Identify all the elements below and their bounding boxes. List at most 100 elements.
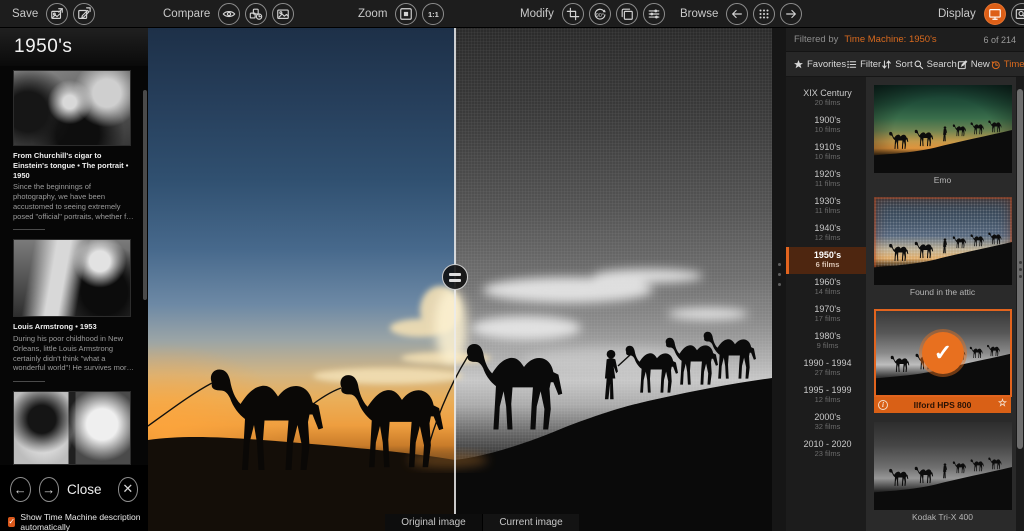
sliders-icon [647, 7, 661, 21]
decade-item[interactable]: 2010 - 2020 23 films [786, 436, 866, 463]
zoom-group: Zoom 1:1 [358, 0, 444, 28]
right-panel-resize-grip[interactable] [772, 28, 786, 531]
film-card[interactable]: i Emo ☆ [874, 85, 1011, 188]
decade-name: 1970's [789, 304, 866, 314]
export-image-icon [50, 7, 64, 21]
story-photo [13, 391, 131, 465]
auto-description-row: ✓ Show Time Machine description automati… [0, 513, 148, 531]
display-monitor-icon [988, 7, 1002, 21]
film-list-scrollbar[interactable] [1016, 77, 1024, 531]
film-card[interactable]: ✓ i Ilford HPS 800 ☆ [874, 309, 1011, 413]
decade-item[interactable]: 1920's 11 films [786, 166, 866, 193]
filtered-by-label: Filtered by [794, 34, 838, 45]
film-thumbnail-list: i Emo ☆ i Found in the attic ☆ ✓ i Ilfor… [866, 77, 1016, 531]
zoom-label: Zoom [358, 8, 387, 20]
film-info-icon[interactable]: i [878, 400, 888, 410]
film-name-text: Kodak Tri-X 400 [912, 512, 973, 522]
film-browser-panel: Filtered by Time Machine: 1950's 6 of 21… [786, 28, 1024, 531]
compare-label: Compare [163, 8, 210, 20]
sort-arrows-icon [881, 59, 892, 70]
film-thumbnail[interactable] [874, 85, 1012, 173]
rotate-90-label: 90° [590, 13, 610, 19]
browse-previous-button[interactable] [726, 3, 748, 25]
compare-states-button[interactable] [245, 3, 267, 25]
duplicate-button[interactable] [616, 3, 638, 25]
tab-original-image[interactable]: Original image [385, 514, 482, 531]
settings-sliders-button[interactable] [643, 3, 665, 25]
decade-item[interactable]: 1940's 12 films [786, 220, 866, 247]
decade-film-count: 10 films [789, 152, 866, 161]
tab-current-image[interactable]: Current image [482, 514, 579, 531]
tab-label: Time Machine [1004, 59, 1024, 70]
decade-item[interactable]: XIX Century 20 films [786, 85, 866, 112]
story-previous-button[interactable]: ← [10, 477, 31, 502]
zoom-one-to-one-button[interactable]: 1:1 [422, 3, 444, 25]
display-monitor-button[interactable] [984, 3, 1006, 25]
decade-item[interactable]: 1970's 17 films [786, 301, 866, 328]
decade-name: 2000's [789, 412, 866, 422]
fit-screen-icon [399, 7, 413, 21]
film-card[interactable]: i Found in the attic ☆ [874, 197, 1011, 300]
story-divider [13, 229, 45, 230]
export-edited-button[interactable] [73, 3, 95, 25]
active-filter-value[interactable]: Time Machine: 1950's [844, 34, 936, 45]
decade-item[interactable]: 1950's 6 films [786, 247, 866, 274]
grip-dots-icon [778, 263, 781, 286]
decade-item[interactable]: 1995 - 1999 12 films [786, 382, 866, 409]
export-image-button[interactable] [46, 3, 68, 25]
display-label: Display [938, 8, 976, 20]
eye-icon [222, 7, 236, 21]
compare-side-by-side-button[interactable] [272, 3, 294, 25]
decade-name: 1940's [789, 223, 866, 233]
story-item: Louis Armstrong • 1953 During his poor c… [13, 239, 135, 382]
tab-new[interactable]: New [957, 59, 990, 70]
decade-name: 1950's [789, 250, 866, 260]
arrow-left-icon [730, 7, 744, 21]
decade-item[interactable]: 1980's 9 films [786, 328, 866, 355]
browse-grid-button[interactable] [753, 3, 775, 25]
tab-time-machine[interactable]: Time Machine [990, 59, 1024, 70]
split-divider-handle[interactable] [442, 264, 468, 290]
decade-item[interactable]: 1910's 10 films [786, 139, 866, 166]
close-label: Close [67, 482, 102, 497]
modify-label: Modify [520, 8, 554, 20]
story-text: During his poor childhood in New Orleans… [13, 334, 135, 373]
film-name-label: i Kodak Tri-X 400 ☆ [874, 512, 1011, 525]
decade-item[interactable]: 1960's 14 films [786, 274, 866, 301]
time-machine-icon [990, 59, 1001, 70]
tab-search[interactable]: Search [913, 59, 957, 70]
decade-item[interactable]: 1930's 11 films [786, 193, 866, 220]
modify-group: Modify 90° [520, 0, 665, 28]
zoom-fit-button[interactable] [395, 3, 417, 25]
decade-film-count: 14 films [789, 287, 866, 296]
browse-next-button[interactable] [780, 3, 802, 25]
tab-favorites[interactable]: Favorites [793, 59, 846, 70]
filter-status-bar: Filtered by Time Machine: 1950's 6 of 21… [786, 28, 1024, 52]
decade-title: 1950's [0, 28, 148, 66]
film-name-text: Ilford HPS 800 [914, 400, 972, 410]
decade-item[interactable]: 1900's 10 films [786, 112, 866, 139]
story-next-button[interactable]: → [39, 477, 60, 502]
crop-button[interactable] [562, 3, 584, 25]
scrollbar-thumb[interactable] [1017, 89, 1023, 449]
decade-film-count: 27 films [789, 368, 866, 377]
display-loupe-button[interactable] [1011, 3, 1024, 25]
tab-label: Search [927, 59, 957, 70]
decade-item[interactable]: 2000's 32 films [786, 409, 866, 436]
film-card[interactable]: i Kodak Tri-X 400 ☆ [874, 422, 1011, 525]
left-panel-scrollbar[interactable] [143, 90, 147, 300]
decade-item[interactable]: 1990 - 1994 27 films [786, 355, 866, 382]
film-name-label: i Emo ☆ [874, 175, 1011, 188]
auto-description-checkbox[interactable]: ✓ [8, 517, 15, 527]
tab-sort[interactable]: Sort [881, 59, 912, 70]
tab-filter[interactable]: Filter [846, 59, 881, 70]
film-favorite-star-icon[interactable]: ☆ [998, 398, 1007, 409]
film-thumbnail[interactable] [874, 197, 1012, 285]
film-thumbnail[interactable]: ✓ [874, 309, 1012, 397]
rotate-button[interactable]: 90° [589, 3, 611, 25]
decade-film-count: 10 films [789, 125, 866, 134]
split-image-viewer: Original image Current image [148, 28, 772, 531]
close-button[interactable]: ✕ [118, 477, 139, 502]
film-thumbnail[interactable] [874, 422, 1012, 510]
compare-preview-button[interactable] [218, 3, 240, 25]
